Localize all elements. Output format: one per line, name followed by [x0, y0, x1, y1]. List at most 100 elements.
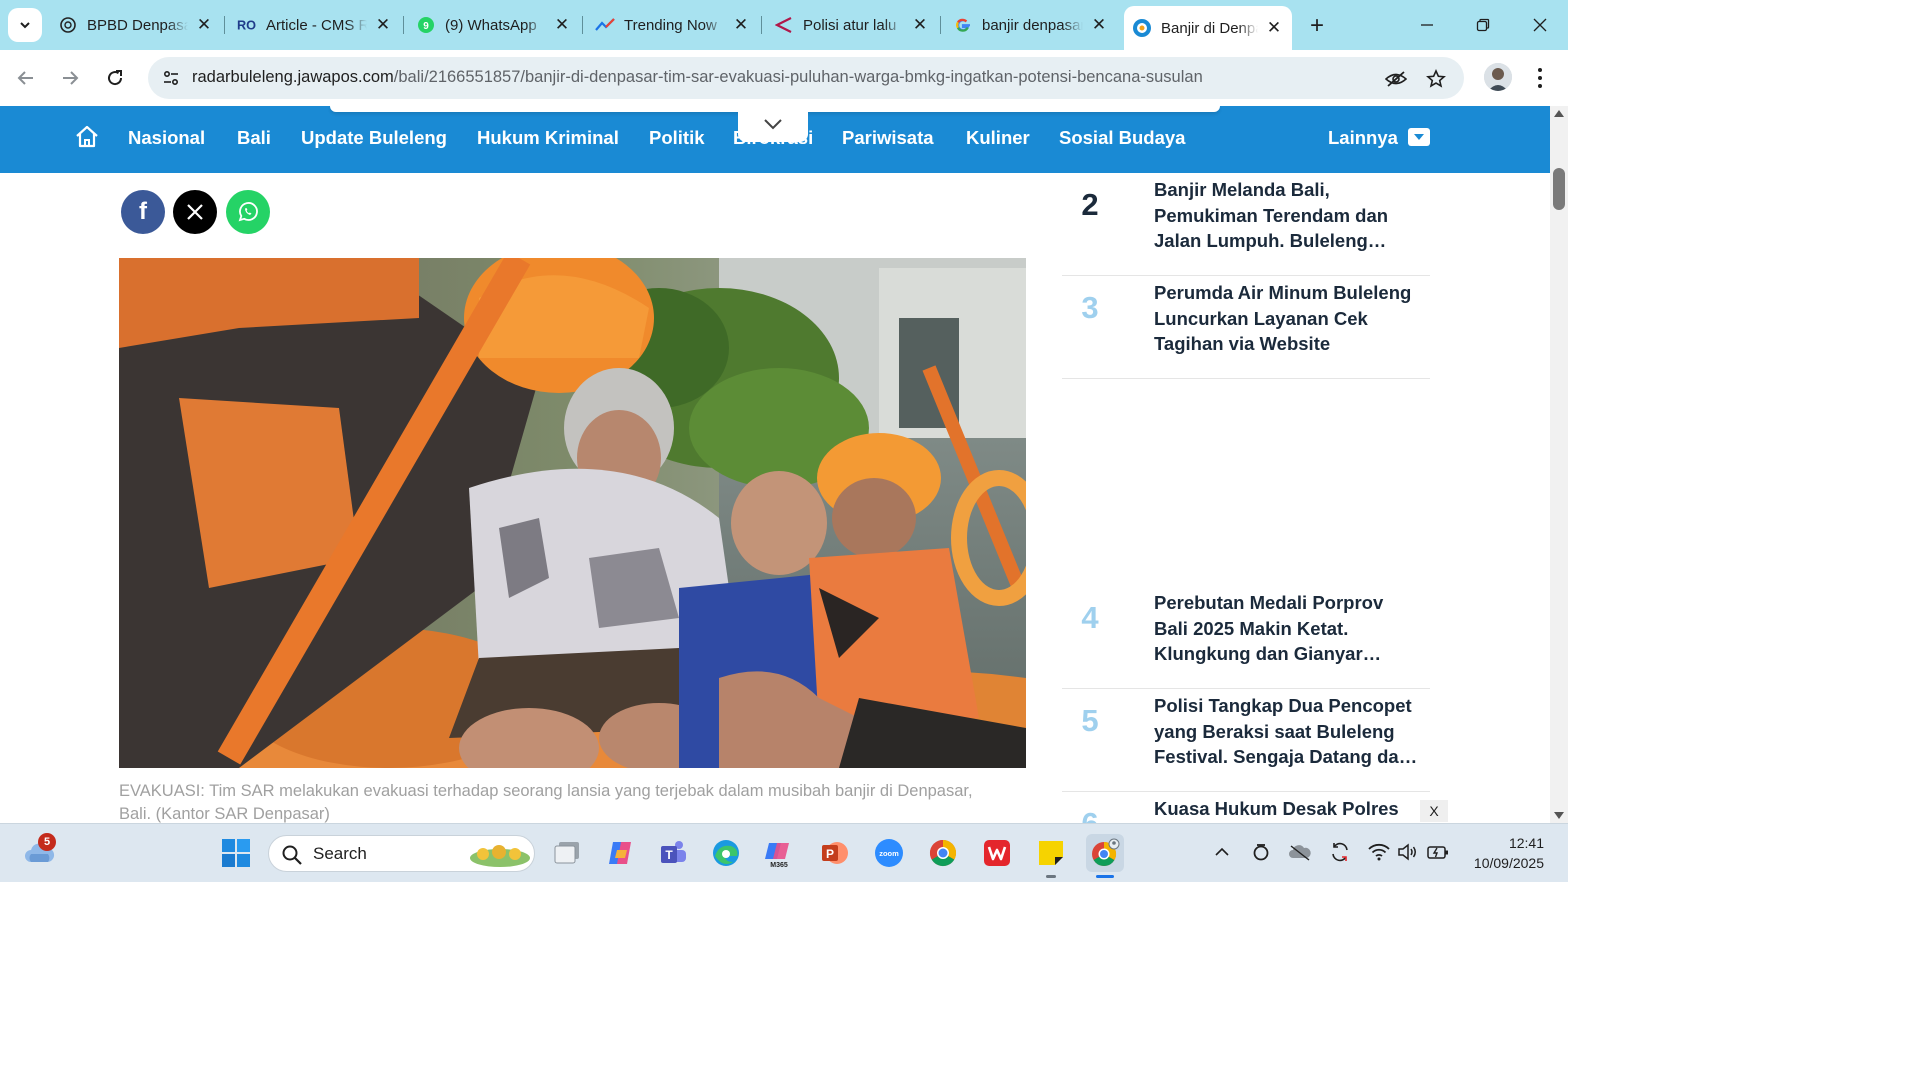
wps-office-button[interactable] — [978, 834, 1016, 872]
bookmark-star-icon[interactable] — [1424, 67, 1448, 91]
sync-icon[interactable] — [1328, 840, 1352, 864]
volume-icon[interactable] — [1396, 840, 1420, 864]
tab-divider — [403, 16, 404, 34]
popular-item[interactable]: 2 Banjir Melanda Bali, Pemukiman Terenda… — [1062, 173, 1430, 276]
back-button[interactable] — [10, 62, 42, 94]
scroll-up-arrow[interactable] — [1554, 110, 1564, 117]
share-x-button[interactable] — [173, 190, 217, 234]
taskbar-search[interactable]: Search — [268, 835, 535, 872]
chrome-profile-icon — [1092, 838, 1120, 867]
popular-rank: 5 — [1081, 703, 1099, 738]
url-text[interactable]: radarbuleleng.jawapos.com/bali/216655185… — [192, 68, 1203, 87]
site-info-icon[interactable] — [158, 65, 184, 91]
page-scrollbar[interactable] — [1550, 106, 1568, 823]
tab-search-button[interactable] — [8, 8, 42, 42]
svg-text:RO: RO — [237, 18, 256, 33]
windows-taskbar: 5 Search T M365 P zoom 12:41 10/09/2025 — [0, 823, 1568, 882]
nav-item-sosial-budaya[interactable]: Sosial Budaya — [1059, 127, 1185, 149]
minimize-button[interactable] — [1412, 10, 1442, 40]
radar-bali-icon — [1132, 18, 1152, 38]
nav-item-kuliner[interactable]: Kuliner — [966, 127, 1030, 149]
profile-avatar[interactable] — [1484, 63, 1512, 91]
popular-item[interactable]: 4 Perebutan Medali Porprov Bali 2025 Mak… — [1062, 586, 1430, 689]
edge-button[interactable] — [707, 834, 745, 872]
reload-button[interactable] — [99, 62, 131, 94]
nav-item-nasional[interactable]: Nasional — [128, 127, 205, 149]
popular-title[interactable]: Banjir Melanda Bali, Pemukiman Terendam … — [1154, 177, 1420, 254]
browser-menu-button[interactable] — [1528, 64, 1552, 92]
powerpoint-button[interactable]: P — [815, 834, 853, 872]
show-hidden-icons-button[interactable] — [1210, 840, 1234, 864]
close-tab-icon[interactable]: ✕ — [552, 15, 572, 35]
forward-button[interactable] — [54, 62, 86, 94]
home-icon[interactable] — [74, 124, 100, 150]
tab-bpbd[interactable]: BPBD Denpasar ✕ — [58, 8, 214, 42]
popular-item[interactable]: 6 Kuasa Hukum Desak Polres — [1062, 792, 1430, 823]
tab-trending[interactable]: Trending Now ✕ — [595, 8, 751, 42]
nav-item-pariwisata[interactable]: Pariwisata — [842, 127, 934, 149]
start-button[interactable] — [217, 834, 255, 872]
nav-item-hukum-kriminal[interactable]: Hukum Kriminal — [477, 127, 619, 149]
tab-whatsapp[interactable]: 9 (9) WhatsApp ✕ — [416, 8, 572, 42]
tray-app-icon[interactable] — [1249, 840, 1273, 864]
system-clock[interactable]: 12:41 10/09/2025 — [1452, 833, 1544, 873]
share-arrow-icon — [774, 15, 794, 35]
close-tab-icon[interactable]: ✕ — [373, 15, 393, 35]
chrome-profile-button[interactable] — [1086, 834, 1124, 872]
close-tab-icon[interactable]: ✕ — [910, 15, 930, 35]
share-whatsapp-button[interactable] — [226, 190, 270, 234]
popular-title[interactable]: Perebutan Medali Porprov Bali 2025 Makin… — [1154, 590, 1420, 667]
nav-item-update-buleleng[interactable]: Update Buleleng — [301, 127, 447, 149]
m365-button[interactable]: M365 — [760, 834, 798, 872]
scrollbar-thumb[interactable] — [1553, 168, 1565, 210]
close-window-button[interactable] — [1525, 10, 1555, 40]
expand-top-bar-button[interactable] — [738, 106, 808, 142]
svg-text:zoom: zoom — [879, 849, 899, 858]
tab-article-cms[interactable]: RO Article - CMS Radar ✕ — [237, 8, 393, 42]
restore-icon — [1476, 18, 1490, 32]
powerpoint-icon: P — [822, 842, 848, 864]
copilot-button[interactable] — [601, 834, 639, 872]
nav-item-lainnya[interactable]: Lainnya — [1328, 127, 1398, 149]
close-tab-icon[interactable]: ✕ — [194, 15, 214, 35]
share-facebook-button[interactable]: f — [121, 190, 165, 234]
nav-item-bali[interactable]: Bali — [237, 127, 271, 149]
tab-google-search[interactable]: banjir denpasar ✕ — [953, 8, 1109, 42]
tab-polisi[interactable]: Polisi atur lalu ✕ — [774, 8, 930, 42]
ad-close-button[interactable]: X — [1420, 800, 1448, 822]
tab-title: (9) WhatsApp — [445, 16, 537, 34]
restore-button[interactable] — [1468, 10, 1498, 40]
task-view-button[interactable] — [548, 834, 586, 872]
tab-banjir-active[interactable]: Banjir di Denpasar ✕ — [1124, 6, 1292, 50]
close-tab-icon[interactable]: ✕ — [731, 15, 751, 35]
browser-toolbar: radarbuleleng.jawapos.com/bali/216655185… — [0, 50, 1568, 106]
tab-title: Polisi atur lalu — [803, 16, 897, 34]
popular-title[interactable]: Polisi Tangkap Dua Pencopet yang Beraksi… — [1154, 693, 1420, 770]
onedrive-icon[interactable] — [1288, 840, 1312, 864]
close-tab-icon[interactable]: ✕ — [1264, 18, 1284, 38]
wifi-icon[interactable] — [1367, 840, 1391, 864]
popular-item[interactable]: 3 Perumda Air Minum Buleleng Luncurkan L… — [1062, 276, 1430, 379]
popular-title[interactable]: Perumda Air Minum Buleleng Luncurkan Lay… — [1154, 280, 1420, 357]
close-icon — [1533, 18, 1547, 32]
tab-strip: BPBD Denpasar ✕ RO Article - CMS Radar ✕… — [0, 0, 1568, 50]
battery-icon[interactable] — [1426, 840, 1450, 864]
scroll-down-arrow[interactable] — [1554, 812, 1564, 819]
new-tab-button[interactable]: + — [1303, 12, 1331, 40]
address-bar[interactable]: radarbuleleng.jawapos.com/bali/216655185… — [148, 57, 1464, 99]
weather-badge: 5 — [38, 833, 56, 851]
caret-down-icon[interactable] — [1408, 128, 1430, 146]
popular-title[interactable]: Kuasa Hukum Desak Polres — [1154, 796, 1420, 822]
zoom-button[interactable]: zoom — [870, 834, 908, 872]
svg-text:T: T — [665, 848, 673, 862]
popular-item[interactable]: 5 Polisi Tangkap Dua Pencopet yang Berak… — [1062, 689, 1430, 792]
close-tab-icon[interactable]: ✕ — [1089, 15, 1109, 35]
nav-item-politik[interactable]: Politik — [649, 127, 705, 149]
teams-button[interactable]: T — [654, 834, 692, 872]
zoom-icon: zoom — [875, 839, 903, 867]
reload-icon — [108, 70, 123, 86]
sticky-notes-button[interactable] — [1032, 834, 1070, 872]
chrome-button[interactable] — [924, 834, 962, 872]
tracking-protection-icon[interactable] — [1384, 67, 1408, 91]
popular-rank: 2 — [1081, 187, 1099, 222]
